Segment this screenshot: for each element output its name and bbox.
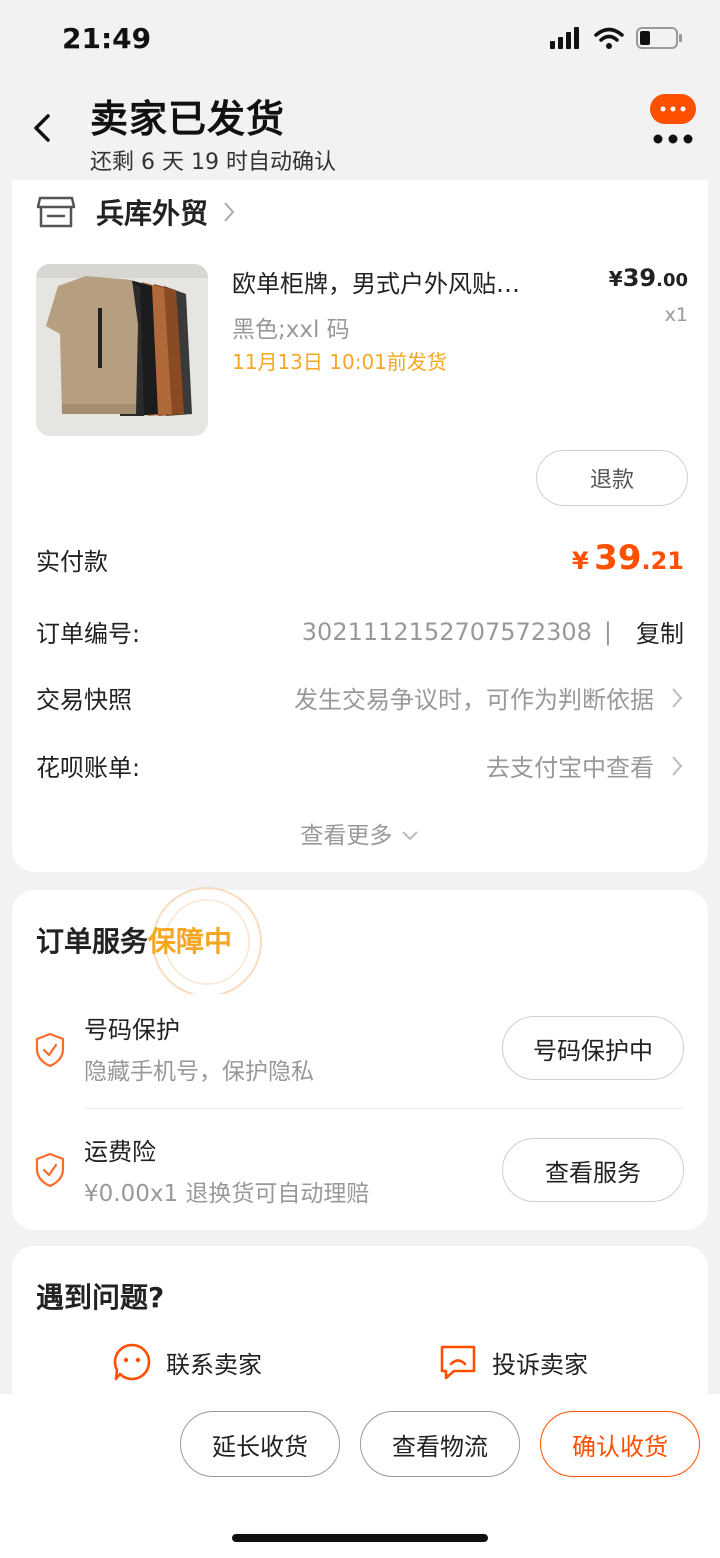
more-menu-icon[interactable]: [648, 92, 698, 148]
service-item-desc: ¥0.00x1 退换货可自动理赔: [84, 1181, 370, 1207]
shop-row[interactable]: 兵库外贸: [36, 192, 236, 232]
product-title[interactable]: 欧单柜牌，男式户外风贴…: [232, 264, 572, 299]
header: 卖家已发货 还剩 6 天 19 时自动确认: [0, 80, 720, 180]
bottom-action-bar: 延长收货 查看物流 确认收货: [0, 1394, 720, 1558]
order-card: 兵库外贸 欧单柜牌，男式户外风贴… 黑色;xxl 码 11月13日 10:01前…: [12, 180, 708, 872]
ship-deadline: 11月13日 10:01前发货: [232, 350, 447, 374]
home-indicator[interactable]: [232, 1534, 488, 1542]
back-icon[interactable]: [28, 110, 58, 146]
complain-icon: [440, 1345, 476, 1380]
number-protection-button[interactable]: 号码保护中: [502, 1016, 684, 1080]
snapshot-value: 发生交易争议时，可作为判断依据: [294, 686, 654, 714]
snapshot-row[interactable]: 发生交易争议时，可作为判断依据: [294, 680, 684, 715]
see-more-label: 查看更多: [300, 823, 393, 849]
copy-button[interactable]: 复制: [636, 614, 684, 649]
view-logistics-button[interactable]: 查看物流: [360, 1411, 520, 1477]
huabei-label: 花呗账单:: [36, 754, 141, 782]
complain-seller-button[interactable]: 投诉卖家: [438, 1342, 588, 1382]
product-quantity: x1: [664, 304, 688, 326]
product-image[interactable]: [36, 264, 208, 436]
page-subtitle: 还剩 6 天 19 时自动确认: [90, 150, 336, 175]
service-item-name: 号码保护: [84, 1016, 180, 1044]
service-item-desc: 隐藏手机号，保护隐私: [84, 1059, 314, 1085]
product-sku: 黑色;xxl 码: [232, 317, 350, 343]
huabei-value: 去支付宝中查看: [486, 754, 654, 782]
chevron-right-icon: [224, 202, 235, 222]
divider: [84, 1108, 684, 1109]
service-card: 订单服务保障中 号码保护 隐藏手机号，保护隐私 号码保护中 运费险 ¥0.00x…: [12, 887, 708, 1230]
chat-smile-icon: [113, 1343, 151, 1381]
product-price: ¥39.00: [608, 264, 688, 292]
status-icons: [550, 26, 684, 50]
view-service-button[interactable]: 查看服务: [502, 1138, 684, 1202]
wifi-icon: [594, 27, 624, 49]
order-number-row: 3021112152707572308 | 复制: [302, 614, 684, 649]
shield-icon: [35, 1032, 65, 1068]
paid-amount: ¥ 39.21: [571, 538, 684, 578]
help-title: 遇到问题?: [36, 1281, 165, 1314]
complain-seller-label: 投诉卖家: [492, 1350, 588, 1379]
battery-icon: [636, 27, 682, 49]
signal-icon: [550, 27, 579, 49]
see-more-button[interactable]: 查看更多: [12, 816, 708, 850]
status-time: 21:49: [62, 22, 152, 55]
chevron-right-icon: [672, 687, 683, 708]
service-item-name: 运费险: [84, 1138, 156, 1166]
paid-label: 实付款: [36, 548, 108, 576]
huabei-row[interactable]: 去支付宝中查看: [486, 748, 684, 783]
order-number: 3021112152707572308: [301, 617, 592, 646]
confirm-receipt-button[interactable]: 确认收货: [540, 1411, 700, 1477]
shop-name: 兵库外贸: [96, 197, 209, 230]
refund-button[interactable]: 退款: [536, 450, 688, 506]
order-number-label: 订单编号:: [36, 620, 141, 648]
separator: |: [603, 617, 612, 646]
chevron-down-icon: [401, 831, 418, 841]
shield-icon: [35, 1152, 65, 1188]
snapshot-label: 交易快照: [36, 686, 132, 714]
service-title: 订单服务保障中: [36, 925, 233, 958]
page-title: 卖家已发货: [90, 97, 286, 141]
extend-receipt-button[interactable]: 延长收货: [180, 1411, 340, 1477]
status-bar: 21:49: [0, 0, 720, 80]
contact-seller-button[interactable]: 联系卖家: [112, 1342, 262, 1382]
chevron-right-icon: [672, 755, 683, 776]
store-icon: [36, 196, 76, 228]
contact-seller-label: 联系卖家: [166, 1350, 262, 1379]
